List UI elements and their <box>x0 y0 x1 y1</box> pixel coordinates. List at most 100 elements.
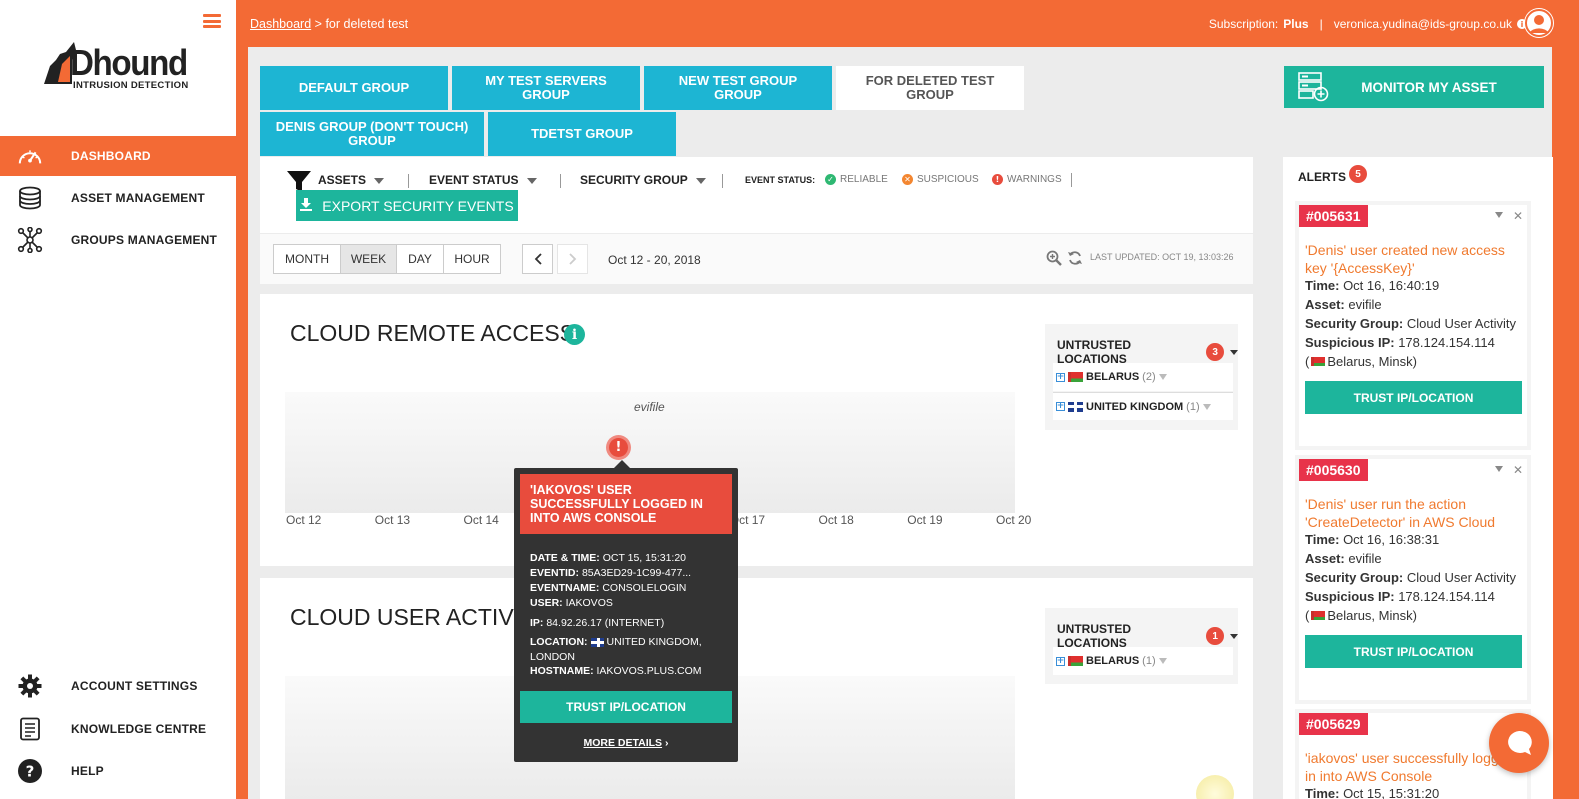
network-icon <box>17 227 43 253</box>
location-count: (1) <box>1142 655 1156 667</box>
sidebar-item-groups-management[interactable]: GROUPS MANAGEMENT <box>0 220 236 260</box>
belarus-flag-icon <box>1068 372 1083 382</box>
export-security-events-button[interactable]: EXPORT SECURITY EVENTS <box>296 190 518 221</box>
location-row[interactable]: + UNITED KINGDOM (1) <box>1053 392 1233 420</box>
status-suspicious[interactable]: ✕ SUSPICIOUS <box>902 174 979 185</box>
range-week-button[interactable]: WEEK <box>340 244 397 274</box>
range-month-button[interactable]: MONTH <box>273 244 341 274</box>
ip-label: Suspicious IP: <box>1305 335 1395 350</box>
tooltip-user: USER: IAKOVOS <box>530 597 613 609</box>
alert-id[interactable]: #005631 <box>1299 205 1368 227</box>
account-divider: | <box>1319 17 1323 31</box>
event-status-dropdown[interactable]: EVENT STATUS <box>429 173 537 187</box>
trust-ip-location-button[interactable]: TRUST IP/LOCATION <box>1305 381 1522 414</box>
hamburger-menu-icon[interactable] <box>203 14 221 28</box>
user-email[interactable]: veronica.yudina@ids-group.co.uk <box>1334 17 1512 31</box>
prev-period-button[interactable] <box>522 244 553 274</box>
time-value: Oct 16, 16:38:31 <box>1343 532 1440 547</box>
range-hour-button[interactable]: HOUR <box>443 244 501 274</box>
x-tick-label: Oct 13 <box>374 513 411 527</box>
download-icon <box>300 197 313 214</box>
x-tick-label: Oct 14 <box>463 513 499 527</box>
status-reliable[interactable]: ✓ RELIABLE <box>825 174 888 185</box>
tab-new-test-group-group[interactable]: NEW TEST GROUP GROUP <box>644 66 832 110</box>
user-avatar-icon <box>1525 9 1553 37</box>
monitor-my-asset-button[interactable]: MONITOR MY ASSET <box>1284 66 1544 108</box>
tab-default-group[interactable]: DEFAULT GROUP <box>260 66 448 110</box>
expand-plus-icon[interactable]: + <box>1056 372 1065 382</box>
close-icon[interactable]: ✕ <box>1513 463 1523 477</box>
refresh-icon[interactable] <box>1067 250 1083 269</box>
asset-value: evifile <box>1348 297 1382 312</box>
info-icon[interactable]: i <box>564 324 585 345</box>
alert-id[interactable]: #005629 <box>1299 713 1368 735</box>
sidebar-item-asset-management[interactable]: ASSET MANAGEMENT <box>0 178 236 218</box>
chevron-right-icon <box>568 253 576 265</box>
time-label: Time: <box>1305 278 1340 293</box>
sidebar-item-help[interactable]: ? HELP <box>0 751 236 791</box>
svg-text:?: ? <box>26 763 35 781</box>
tab-tdetst-group[interactable]: TDETST GROUP <box>488 112 676 156</box>
filter-icon[interactable] <box>1494 212 1503 218</box>
chat-button[interactable] <box>1489 713 1549 773</box>
filter-icon[interactable] <box>1494 466 1503 472</box>
x-circle-icon: ✕ <box>902 174 913 185</box>
status-warnings[interactable]: ! WARNINGS <box>992 174 1062 185</box>
filter-icon[interactable] <box>1158 658 1167 664</box>
sidebar-item-label: KNOWLEDGE CENTRE <box>71 722 207 736</box>
location-row[interactable]: + BELARUS (2) <box>1053 363 1233 391</box>
zoom-icon[interactable] <box>1046 250 1062 269</box>
user-value: IAKOVOS <box>565 597 613 609</box>
chevron-down-icon <box>374 177 385 184</box>
tab-for-deleted-test-group[interactable]: FOR DELETED TEST GROUP <box>836 66 1024 110</box>
expand-plus-icon[interactable]: + <box>1056 402 1065 411</box>
cloud-user-activity-title: CLOUD USER ACTIVITY <box>290 604 550 630</box>
ip-value: 178.124.154.114 <box>1398 335 1495 350</box>
sidebar-item-account-settings[interactable]: ACCOUNT SETTINGS <box>0 666 236 706</box>
asset-value: evifile <box>1348 551 1382 566</box>
alert-title[interactable]: 'Denis' user run the action 'CreateDetec… <box>1305 495 1515 531</box>
expand-plus-icon[interactable]: + <box>1056 656 1065 666</box>
uk-flag-icon <box>1068 401 1083 412</box>
location-count: (2) <box>1142 371 1156 383</box>
assets-dropdown[interactable]: ASSETS <box>318 173 385 187</box>
range-day-button[interactable]: DAY <box>396 244 444 274</box>
location-row[interactable]: + BELARUS (1) <box>1053 647 1233 675</box>
sidebar-item-label: DASHBOARD <box>71 149 151 163</box>
filter-icon[interactable] <box>1158 374 1167 380</box>
security-group-dropdown[interactable]: SECURITY GROUP <box>580 173 706 187</box>
x-tick-label: Oct 19 <box>907 513 943 527</box>
alert-title[interactable]: 'Denis' user created new access key '{Ac… <box>1305 241 1515 277</box>
trust-ip-location-button[interactable]: TRUST IP/LOCATION <box>520 691 732 723</box>
export-button-label: EXPORT SECURITY EVENTS <box>322 197 514 214</box>
sidebar-item-knowledge-centre[interactable]: KNOWLEDGE CENTRE <box>0 709 236 749</box>
breadcrumb-dashboard-link[interactable]: Dashboard <box>250 17 311 31</box>
exclamation-icon: ! <box>609 438 628 457</box>
location-name: BELARUS <box>1086 655 1140 667</box>
alert-id[interactable]: #005630 <box>1299 459 1368 481</box>
tab-my-test-servers-group[interactable]: MY TEST SERVERS GROUP <box>452 66 640 110</box>
alert-title[interactable]: 'iakovos' user successfully logged in in… <box>1305 749 1515 785</box>
sidebar-item-dashboard[interactable]: DASHBOARD <box>0 136 236 176</box>
more-details-link[interactable]: MORE DETAILS › <box>514 737 738 749</box>
alert-time: Time: Oct 16, 16:38:31 <box>1305 532 1439 547</box>
logo[interactable]: Dhound INTRUSION DETECTION <box>42 40 202 92</box>
next-period-button[interactable] <box>557 244 588 274</box>
ip-label: IP: <box>530 617 544 629</box>
chevron-down-icon <box>1230 633 1238 639</box>
untrusted-locations-dropdown[interactable]: UNTRUSTED LOCATIONS 3 <box>1057 338 1238 366</box>
trust-ip-location-button[interactable]: TRUST IP/LOCATION <box>1305 635 1522 668</box>
close-icon[interactable]: ✕ <box>1513 209 1523 223</box>
belarus-flag-icon <box>1068 656 1083 666</box>
untrusted-locations-dropdown[interactable]: UNTRUSTED LOCATIONS 1 <box>1057 622 1238 650</box>
event-marker[interactable]: ! <box>606 435 631 460</box>
asset-label: Asset: <box>1305 551 1345 566</box>
filter-icon[interactable] <box>1202 403 1211 410</box>
breadcrumb-separator: > <box>314 17 322 31</box>
logo-text: Dhound <box>70 42 188 83</box>
database-icon <box>17 186 43 210</box>
logo-subtitle: INTRUSION DETECTION <box>73 80 189 91</box>
avatar[interactable] <box>1524 8 1554 38</box>
tab-denis-group[interactable]: DENIS GROUP (DON'T TOUCH) GROUP <box>260 112 484 156</box>
subscription-label: Subscription: <box>1208 17 1279 31</box>
